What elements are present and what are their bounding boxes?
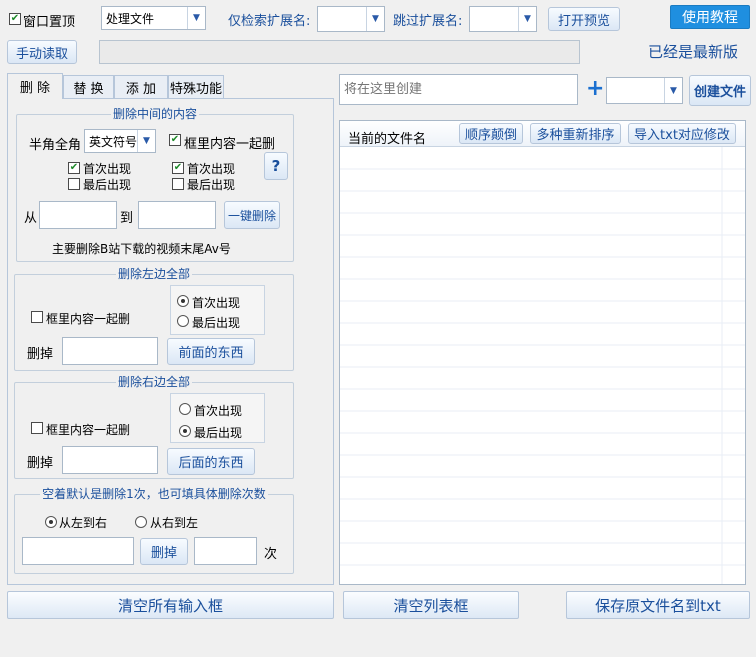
left-first-checkbox[interactable]: ✔ <box>68 162 80 174</box>
right-last-label: 最后出现 <box>187 178 236 192</box>
right-delete-input[interactable] <box>62 446 158 474</box>
times-label: 次 <box>264 547 278 562</box>
middle-note-text: 主要删除B站下载的视频末尾Av号 <box>52 242 231 256</box>
chevron-down-icon: ▼ <box>664 78 682 103</box>
width-mode-select[interactable]: 英文符号 ▼ <box>84 129 156 153</box>
mode-select-value: 处理文件 <box>106 11 155 26</box>
help-button[interactable]: ? <box>264 152 288 180</box>
tab-special[interactable]: 特殊功能 <box>168 75 224 99</box>
search-ext-label: 仅检索扩展名: <box>228 14 311 29</box>
left-delete-label: 删掉 <box>27 347 54 362</box>
middle-include-checkbox[interactable]: ✔ <box>169 134 181 146</box>
left-to-right-label: 从左到右 <box>59 516 108 530</box>
save-names-button[interactable]: 保存原文件名到txt <box>566 591 750 619</box>
left-first-label: 首次出现 <box>83 162 132 176</box>
right-last-radio[interactable] <box>179 425 191 437</box>
chevron-down-icon: ▼ <box>187 7 205 29</box>
count-group-title: 空着默认是删除1次，也可填具体删除次数 <box>40 487 268 501</box>
create-file-button[interactable]: 创建文件 <box>689 75 751 106</box>
to-input[interactable] <box>138 201 216 229</box>
file-list[interactable]: 当前的文件名 <box>339 120 746 585</box>
skip-ext-select[interactable]: ▼ <box>469 6 537 32</box>
right-include-label: 框里内容一起删 <box>46 423 131 437</box>
count-delete-button[interactable]: 删掉 <box>140 538 188 565</box>
tab-add[interactable]: 添 加 <box>114 75 168 99</box>
left-first-radio-label: 首次出现 <box>192 296 241 310</box>
from-input[interactable] <box>39 201 117 229</box>
resort-button[interactable]: 多种重新排序 <box>530 123 621 144</box>
right-to-left-radio[interactable] <box>135 516 147 528</box>
reverse-order-button[interactable]: 顺序颠倒 <box>459 123 523 144</box>
to-label: 到 <box>120 211 134 226</box>
left-group-title: 删除左边全部 <box>115 267 192 281</box>
search-ext-select[interactable]: ▼ <box>317 6 385 32</box>
right-first-checkbox[interactable]: ✔ <box>172 162 184 174</box>
latest-version-text: 已经是最新版 <box>648 43 739 61</box>
path-field[interactable] <box>99 40 580 64</box>
right-first-radio[interactable] <box>179 403 191 415</box>
column-header-filename[interactable]: 当前的文件名 <box>348 128 426 147</box>
delete-right-button[interactable]: 后面的东西 <box>167 448 255 475</box>
left-include-label: 框里内容一起删 <box>46 312 131 326</box>
mode-select[interactable]: 处理文件 ▼ <box>101 6 206 30</box>
list-grid <box>340 147 745 584</box>
middle-include-label: 框里内容一起删 <box>184 137 276 152</box>
clear-inputs-button[interactable]: 清空所有输入框 <box>7 591 334 619</box>
left-to-right-radio[interactable] <box>45 516 57 528</box>
open-preview-button[interactable]: 打开预览 <box>548 7 620 31</box>
right-last-radio-label: 最后出现 <box>194 426 243 440</box>
skip-ext-label: 跳过扩展名: <box>393 14 463 29</box>
left-last-radio[interactable] <box>177 315 189 327</box>
import-txt-button[interactable]: 导入txt对应修改 <box>628 123 736 144</box>
tab-delete[interactable]: 删 除 <box>7 73 63 99</box>
right-last-checkbox[interactable] <box>172 178 184 190</box>
right-include-checkbox[interactable] <box>31 422 43 434</box>
delete-left-button[interactable]: 前面的东西 <box>167 338 255 365</box>
left-last-radio-label: 最后出现 <box>192 316 241 330</box>
chevron-down-icon: ▼ <box>366 7 384 31</box>
plus-icon[interactable]: + <box>586 76 604 101</box>
left-last-checkbox[interactable] <box>68 178 80 190</box>
left-last-label: 最后出现 <box>83 178 132 192</box>
left-delete-input[interactable] <box>62 337 158 365</box>
width-mode-value: 英文符号 <box>89 134 137 149</box>
right-first-radio-label: 首次出现 <box>194 404 243 418</box>
right-to-left-label: 从右到左 <box>150 516 199 530</box>
right-group-title: 删除右边全部 <box>115 375 192 389</box>
right-first-label: 首次出现 <box>187 162 236 176</box>
always-on-top-checkbox[interactable]: ✔ <box>9 13 21 25</box>
left-first-radio[interactable] <box>177 295 189 307</box>
left-include-checkbox[interactable] <box>31 311 43 323</box>
always-on-top-label: 窗口置顶 <box>23 15 76 30</box>
tutorial-button[interactable]: 使用教程 <box>670 5 750 29</box>
right-delete-label: 删掉 <box>27 456 54 471</box>
from-label: 从 <box>24 211 38 226</box>
one-key-delete-button[interactable]: 一键删除 <box>224 201 280 229</box>
tab-replace[interactable]: 替 换 <box>63 75 114 99</box>
width-mode-label: 半角全角 <box>29 138 82 153</box>
create-name-input[interactable] <box>339 74 578 105</box>
count-text-input[interactable] <box>22 537 134 565</box>
clear-list-button[interactable]: 清空列表框 <box>343 591 519 619</box>
count-number-input[interactable] <box>194 537 257 565</box>
middle-group-title: 删除中间的内容 <box>110 107 199 121</box>
manual-read-button[interactable]: 手动读取 <box>7 40 77 64</box>
chevron-down-icon: ▼ <box>137 130 155 152</box>
file-type-select[interactable]: ▼ <box>606 77 683 104</box>
chevron-down-icon: ▼ <box>518 7 536 31</box>
